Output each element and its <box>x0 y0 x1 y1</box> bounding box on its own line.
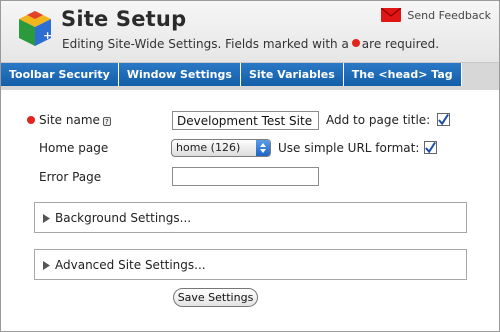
svg-text:+: + <box>43 29 52 42</box>
tab-bar: Toolbar Security Window Settings Site Va… <box>1 63 499 86</box>
send-feedback-label: Send Feedback <box>407 8 491 22</box>
envelope-icon <box>381 8 402 22</box>
simple-url-checkbox[interactable] <box>424 141 437 154</box>
tab-site-variables[interactable]: Site Variables <box>240 63 344 86</box>
header: + Site Setup Editing Site-Wide Settings.… <box>1 1 499 63</box>
advanced-settings-panel[interactable]: Advanced Site Settings... <box>34 249 467 280</box>
home-page-select[interactable]: home (126) <box>171 139 271 157</box>
error-page-input[interactable] <box>172 167 319 186</box>
error-page-label: Error Page <box>39 170 102 184</box>
tab-head-tag[interactable]: The <head> Tag <box>343 63 462 86</box>
save-settings-button[interactable]: Save Settings <box>173 288 258 307</box>
site-setup-app-icon: + <box>19 11 52 46</box>
required-marker-icon <box>27 116 35 124</box>
disclosure-triangle-icon <box>43 214 50 223</box>
home-page-label: Home page <box>39 141 109 155</box>
disclosure-triangle-icon <box>43 261 50 270</box>
site-name-label: Site name? <box>39 113 111 127</box>
page-title: Site Setup <box>61 7 187 31</box>
required-marker-icon <box>351 39 360 47</box>
add-to-page-title-checkbox[interactable] <box>437 113 450 126</box>
select-arrows-icon <box>256 140 270 156</box>
page-subtitle: Editing Site-Wide Settings. Fields marke… <box>62 37 439 51</box>
subtitle-text: Editing Site-Wide Settings. Fields marke… <box>62 37 349 51</box>
background-settings-label: Background Settings... <box>55 211 192 225</box>
tab-window-settings[interactable]: Window Settings <box>118 63 241 86</box>
add-to-page-title-label: Add to page title: <box>326 113 431 127</box>
site-name-input[interactable] <box>172 111 319 130</box>
site-name-label-text: Site name <box>39 113 100 127</box>
checkmark-icon <box>425 141 436 153</box>
home-page-selected-value: home (126) <box>176 141 241 154</box>
tab-strip-divider <box>1 86 499 90</box>
advanced-settings-label: Advanced Site Settings... <box>55 258 206 272</box>
background-settings-panel[interactable]: Background Settings... <box>34 202 467 233</box>
checkmark-icon <box>438 113 449 125</box>
site-setup-window: + Site Setup Editing Site-Wide Settings.… <box>0 0 500 332</box>
help-icon[interactable]: ? <box>102 117 111 126</box>
send-feedback-link[interactable]: Send Feedback <box>381 8 491 22</box>
simple-url-label: Use simple URL format: <box>278 141 420 155</box>
tab-toolbar-security[interactable]: Toolbar Security <box>1 63 119 86</box>
subtitle-text-end: are required. <box>361 37 440 51</box>
